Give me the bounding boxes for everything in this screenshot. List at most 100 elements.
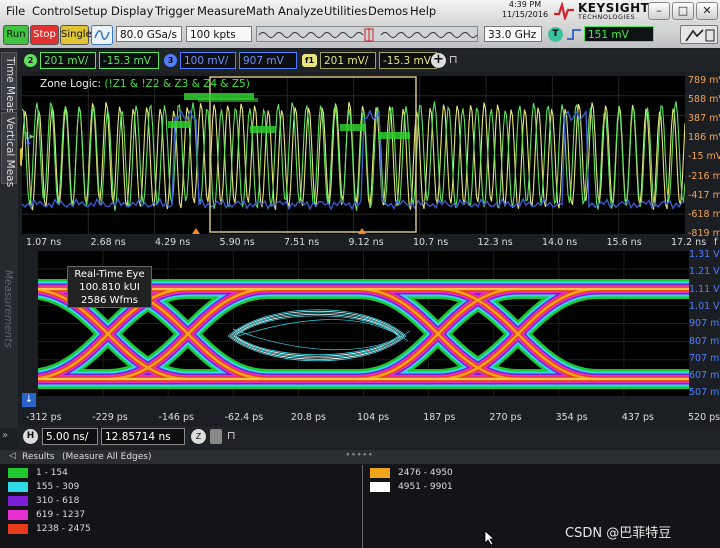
y-tick-label: 1.11 V [689,283,720,295]
tab-vertical-meas-label: Vertical Meas [4,117,16,188]
channel3-badge[interactable]: 3 [164,54,177,67]
minimize-button[interactable]: – [648,2,670,20]
eye-x-axis: -312 ps -229 ps -146 ps -62.4 ps 20.8 ps 104 … [22,412,720,424]
y-tick-label: -216 mV [688,170,720,182]
menu-utilities[interactable]: Utilities [324,4,367,18]
run-button[interactable]: Run [3,25,29,45]
y-tick-label: 707 mV [689,352,720,364]
channel3-scale[interactable]: 100 mV/ [180,52,236,69]
channel2-scale[interactable]: 201 mV/ [40,52,96,69]
brand: KEYSIGHT TECHNOLOGIES [578,1,649,21]
results-title: Results [22,452,55,462]
timebase-position-field[interactable]: 12.85714 ns [101,428,185,445]
menu-trigger[interactable]: Trigger [155,4,195,18]
menu-measure[interactable]: Measure [197,4,246,18]
menu-analyze[interactable]: Analyze [278,4,323,18]
eye-kui: 100.810 kUI [79,282,140,293]
close-button[interactable]: ✕ [696,2,718,20]
menu-demos[interactable]: Demos [368,4,408,18]
channel2-badge[interactable]: 2 [24,54,37,67]
measurements-tab-label[interactable]: Measurements [2,270,14,348]
eye-title: Real-Time Eye [74,269,145,280]
results-panel: ◁ Results (Measure All Edges) ∙∙∙∙∙ 1 - … [0,450,720,548]
timebase-scale-field[interactable]: 5.00 ns/ [42,428,98,445]
channel2-offset[interactable]: -15.3 mV [99,52,159,69]
menu-help[interactable]: Help [410,4,436,18]
legend-range-label: 310 - 618 [36,496,80,506]
waveform-plot[interactable]: Zone Logic: (!Z1 & !Z2 & Z3 & Z4 & Z5) [21,76,686,234]
channel3-offset[interactable]: 907 mV [239,52,297,69]
function1-scale[interactable]: 201 mV/ [320,52,376,69]
legend-swatch [370,482,390,492]
maximize-button[interactable]: □ [672,2,694,20]
eye-y-axis: 1.31 V 1.21 V 1.11 V 1.01 V 907 mV 807 mV 707 … [689,249,720,399]
zone-logic-title: Zone Logic: [40,78,102,90]
waveform-x-unit: f [714,237,718,248]
sample-rate-field[interactable]: 80.0 GSa/s [116,26,182,42]
tab-vertical-meas[interactable]: Vertical Meas [1,112,17,188]
x-tick-label: 104 ps [357,412,390,423]
waveform-traces [21,76,686,234]
x-tick-label: 5.90 ns [219,237,255,248]
single-button[interactable]: Single [60,25,92,45]
bandwidth-field[interactable]: 33.0 GHz [484,26,542,42]
menu-math[interactable]: Math [246,4,275,18]
horizontal-badge[interactable]: H [23,429,38,444]
x-tick-label: 7.51 ns [284,237,320,248]
y-tick-label: 1.01 V [689,300,720,312]
menu-control[interactable]: Control [32,4,74,18]
waveform-y-axis: 789 mV 588 mV 387 mV 186 mV -15 mV -216 mV -41… [688,75,720,239]
trigger-edge-icon[interactable] [566,27,582,42]
trigger-badge[interactable]: T [548,27,563,42]
timebase-overview-strip[interactable] [256,26,478,42]
menu-bar: File Control Setup Display Trigger Measu… [0,0,720,22]
add-channel-icon[interactable]: + [431,53,446,68]
clock-date: 11/15/2016 [501,10,549,19]
timebase-settings-icon[interactable] [210,429,222,444]
x-tick-label: 14.0 ns [542,237,578,248]
clock-time: 4:39 PM [508,0,542,9]
legend-range-label: 619 - 1237 [36,510,86,520]
stop-button[interactable]: Stop [30,25,59,45]
x-tick-label: 12.3 ns [477,237,513,248]
zoom-icon[interactable]: Z [191,429,206,444]
results-expand-icon[interactable]: ◁ [9,451,16,461]
menu-display[interactable]: Display [111,4,153,18]
memory-depth-field[interactable]: 100 kpts [186,26,252,42]
legend-swatch [8,468,28,478]
x-tick-label: 520 ps [688,412,720,423]
eye-ground-marker-icon[interactable]: ↓ [22,393,36,407]
eye-info-box: Real-Time Eye 100.810 kUI 2586 Wfms [67,266,152,308]
x-tick-label: 437 ps [621,412,654,423]
x-tick-label: -146 ps [158,412,194,423]
function1-badge[interactable]: f1 [302,54,317,67]
menu-setup[interactable]: Setup [74,4,107,18]
pin-icon[interactable]: ⊓ [449,53,458,66]
trigger-level-marker-icon[interactable]: T▸ [24,132,34,142]
results-resize-handle[interactable]: ∙∙∙∙∙ [345,450,373,460]
eye-wfms: 2586 Wfms [81,295,138,306]
tab-time-meas[interactable]: Time Meas [1,52,17,113]
x-tick-label: 4.29 ns [155,237,191,248]
function1-offset[interactable]: -15.3 mV [379,52,437,69]
results-header: ◁ Results (Measure All Edges) ∙∙∙∙∙ [0,450,720,464]
touch-toggle-button[interactable] [680,25,718,44]
x-tick-label: 20.8 ps [290,412,326,423]
autoscale-icon[interactable] [91,25,113,45]
legend-range-label: 155 - 309 [36,482,80,492]
x-tick-label: -62.4 ps [224,412,264,423]
y-tick-label: 387 mV [688,113,720,125]
x-tick-label: 15.6 ns [606,237,642,248]
timebase-bar: » H 5.00 ns/ 12.85714 ns Z ⊓ [2,426,720,448]
timebase-pin-icon[interactable]: ⊓ [227,429,236,442]
x-tick-label: 2.68 ns [90,237,126,248]
left-tab-strip: Time Meas Vertical Meas Measurements [0,48,18,428]
y-tick-label: 907 mV [689,318,720,330]
expand-results-icon[interactable]: » [2,430,8,441]
legend-swatch [8,510,28,520]
trigger-level-field[interactable]: 151 mV [584,26,654,42]
menu-file[interactable]: File [6,4,25,18]
legend-range-label: 1 - 154 [36,468,68,478]
clock: 4:39 PM 11/15/2016 [498,0,552,20]
legend-range-label: 2476 - 4950 [398,468,453,478]
